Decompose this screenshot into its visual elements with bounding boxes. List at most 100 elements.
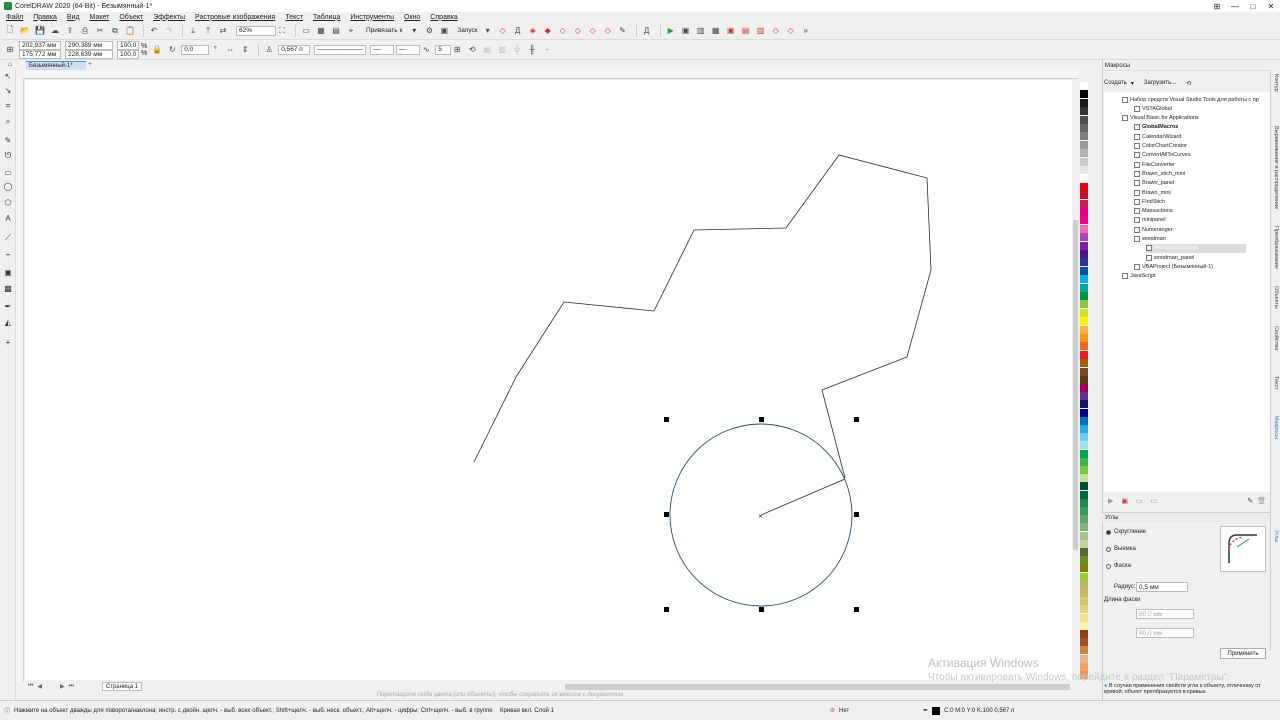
color-swatch[interactable] [1080,241,1088,250]
macro-record-icon[interactable]: ▥ [695,25,707,37]
x-position-field[interactable]: 202,937 мм [19,40,61,50]
macro-tool-icon[interactable]: ▤ [740,25,752,37]
tab-outline[interactable]: Контур [1271,74,1280,92]
color-swatch[interactable] [1080,98,1088,107]
trim-icon[interactable]: ╬ [511,44,523,56]
close-button[interactable]: ✕ [1262,0,1280,12]
tree-item[interactable]: Brawo_mini [1134,188,1171,197]
snap-icon[interactable]: ⌖ [345,25,357,37]
circle-radius-line[interactable] [760,478,846,516]
color-swatch[interactable] [1080,605,1088,614]
color-swatch[interactable] [1080,325,1088,334]
menu-object[interactable]: Объект [119,14,143,21]
color-swatch[interactable] [1080,556,1088,565]
tree-item[interactable]: Набор средств Visual Studio Tools для ра… [1122,95,1259,104]
color-swatch[interactable] [1080,474,1088,483]
width-field[interactable]: 290,389 мм [65,40,113,50]
macro-tree[interactable]: Набор средств Visual Studio Tools для ра… [1104,92,1270,492]
color-swatch[interactable] [1080,342,1088,351]
color-swatch[interactable] [1080,457,1088,466]
chamfer-length-1-field[interactable]: 80,0 мм [1136,609,1194,619]
rotation-angle-field[interactable]: 0,0 [181,44,210,55]
text-tool-icon[interactable]: A [2,212,14,224]
menu-view[interactable]: Вид [67,14,80,21]
paste-icon[interactable]: 📋 [124,25,136,37]
page-tab[interactable]: Страница 1 [102,682,142,691]
tab-text[interactable]: Текст [1271,376,1280,390]
options-gear-icon[interactable]: ⚙ [423,25,435,37]
to-front-icon[interactable]: ▥ [496,44,508,56]
mirror-horizontal-icon[interactable]: ⇔ [224,44,236,56]
chevron-down-icon[interactable]: ▾ [482,25,494,37]
wrap-text-icon[interactable]: ▤ [481,44,493,56]
first-page-icon[interactable]: ⏮ [28,683,33,690]
tab-corners[interactable]: Углы [1271,530,1280,542]
start-arrowhead-dropdown[interactable]: —· [370,44,395,55]
color-swatch[interactable] [1080,408,1088,417]
drawing-canvas[interactable]: × [25,80,1077,680]
menu-help[interactable]: Справка [430,14,457,21]
menu-file[interactable]: Файл [6,14,23,21]
launcher-icon[interactable]: ▣ [438,25,450,37]
color-swatch[interactable] [1080,449,1088,458]
polygon-tool-icon[interactable]: ⬠ [2,196,14,208]
tree-item[interactable]: minipanel [1134,216,1166,225]
stop-macro-icon[interactable]: ▭ [1151,497,1158,505]
color-swatch[interactable] [1080,498,1088,507]
color-swatch[interactable] [1080,548,1088,556]
macro-tool-icon[interactable]: ◇ [557,25,569,37]
color-swatch[interactable] [1080,208,1088,216]
color-swatch[interactable] [1080,654,1088,663]
rulers-icon[interactable]: ▭ [300,25,312,37]
macro-editor-icon[interactable]: ▣ [680,25,692,37]
weld-icon[interactable]: ╫ [526,44,538,56]
undo-icon[interactable]: ↶ [148,25,160,37]
color-swatch[interactable] [1080,630,1088,638]
tab-properties[interactable]: Свойства [1271,326,1280,350]
zoom-tool-icon[interactable]: ⌕ [2,116,14,128]
vertical-ruler[interactable] [16,79,24,681]
macro-tool-icon[interactable]: ◇ [785,25,797,37]
color-swatch[interactable] [1080,597,1088,606]
import-icon[interactable]: ⤓ [187,25,199,37]
add-document-icon[interactable]: + [88,61,92,68]
color-swatch[interactable] [1080,589,1088,597]
chevron-down-icon[interactable]: ▾ [1131,80,1134,87]
menu-effects[interactable]: Эффекты [153,14,185,21]
color-swatch[interactable] [1080,564,1088,573]
home-icon[interactable]: ⌂ [8,61,12,68]
print-icon[interactable]: ⎙ [79,25,91,37]
redo-icon[interactable]: ↷ [163,25,175,37]
cloud-icon[interactable]: ☁ [49,25,61,37]
maximize-button[interactable]: □ [1244,0,1262,12]
color-swatch[interactable] [1080,433,1088,442]
color-swatch[interactable] [1080,416,1088,425]
apply-button[interactable]: Применить [1220,648,1266,659]
color-swatch[interactable] [1080,233,1088,242]
tab-align-distribute[interactable]: Выравнивание и распределение [1271,126,1280,209]
macro-pause-icon[interactable]: ▣ [725,25,737,37]
add-tool-icon[interactable]: + [2,336,14,348]
zoom-level-field[interactable]: 62% [236,25,276,36]
menu-window[interactable]: Окно [404,14,420,21]
tree-item[interactable]: WoodmanStorage [1146,243,1246,253]
delete-macro-icon[interactable]: 🗑 [1257,497,1266,505]
menu-edit[interactable]: Правка [33,14,57,21]
full-screen-icon[interactable]: ⛶ [276,25,288,37]
ellipse-tool-icon[interactable]: ◯ [2,180,14,192]
new-document-icon[interactable]: 🗋 [4,25,16,37]
outline-width-field[interactable]: 0,567 п [278,44,311,55]
rectangle-tool-icon[interactable]: ▭ [2,166,14,178]
color-swatch[interactable] [1080,115,1088,124]
color-swatch[interactable] [1080,572,1088,581]
color-swatch[interactable] [1080,216,1088,225]
refresh-icon[interactable]: ⟲ [1186,80,1191,87]
horizontal-scrollbar[interactable] [565,684,1070,690]
color-swatch[interactable] [1080,275,1088,284]
export-icon[interactable]: ⤒ [202,25,214,37]
color-swatch[interactable] [1080,199,1088,208]
interactive-fill-icon[interactable]: ◭ [2,316,14,328]
color-swatch[interactable] [1080,317,1088,326]
color-swatch[interactable] [1080,425,1088,433]
restore-tabs-icon[interactable]: ⊞ [1208,0,1226,12]
